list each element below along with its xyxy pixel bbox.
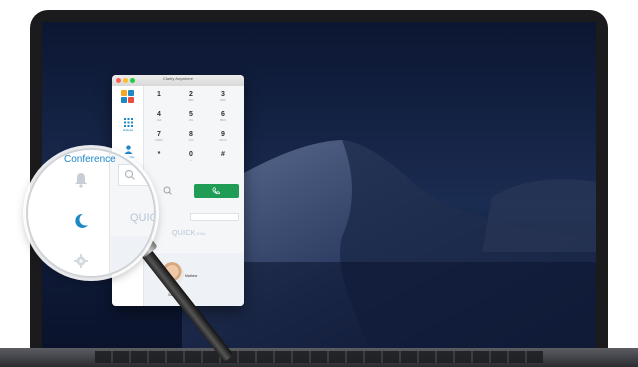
dial-digit: 0 <box>189 151 193 158</box>
quick-dial-heading: QUICKDIAL <box>172 230 207 237</box>
phone-icon <box>212 187 220 195</box>
contact-name[interactable]: Mathew <box>185 274 197 278</box>
gear-icon[interactable] <box>74 254 88 268</box>
magnified-contacts <box>111 236 154 276</box>
dial-digit: 3 <box>221 91 225 98</box>
stage: Clarity Anywhere Dialpad Contacts 1 2 AB… <box>0 0 638 367</box>
dial-key-2[interactable]: 2 ABC <box>178 90 204 107</box>
dial-letters: WXYZ <box>219 139 227 142</box>
dial-key-5[interactable]: 5 JKL <box>178 110 204 127</box>
dial-digit: 1 <box>157 91 161 98</box>
call-button[interactable] <box>194 184 239 198</box>
quick-dial-rest: DIAL <box>196 231 207 236</box>
dial-letters: ABC <box>188 99 194 102</box>
dial-letters: PQRS <box>155 139 163 142</box>
dial-key-6[interactable]: 6 MNO <box>210 110 236 127</box>
dialpad-icon <box>123 118 133 127</box>
dial-key-7[interactable]: 7 PQRS <box>146 130 172 147</box>
dial-digit: 7 <box>157 131 161 138</box>
dial-key-8[interactable]: 8 TUV <box>178 130 204 147</box>
app-logo-icon <box>121 90 134 103</box>
sidebar-item-dialpad[interactable]: Dialpad <box>112 118 144 132</box>
title-bar: Clarity Anywhere <box>112 75 244 86</box>
quick-dial-prefix: QUICK <box>172 230 196 237</box>
dial-digit: 6 <box>221 111 225 118</box>
magnified-search-icon <box>124 169 135 180</box>
dial-key-hash[interactable]: # <box>210 150 236 167</box>
dial-key-1[interactable]: 1 <box>146 90 172 107</box>
dial-digit: * <box>157 151 161 158</box>
dial-digit: 2 <box>189 91 193 98</box>
sidebar-item-label: Dialpad <box>122 128 134 132</box>
dial-key-4[interactable]: 4 GHI <box>146 110 172 127</box>
search-icon[interactable] <box>160 185 176 197</box>
number-input[interactable] <box>190 213 239 221</box>
dial-digit: 9 <box>221 131 225 138</box>
sidebar-item-conference[interactable]: Conference <box>64 154 116 165</box>
magnified-quick-dial: QUICK <box>130 212 154 224</box>
dial-digit: # <box>221 151 225 158</box>
bell-icon[interactable] <box>74 172 88 188</box>
dial-letters: JKL <box>188 119 194 122</box>
dial-letters: GHI <box>156 119 162 122</box>
dial-key-0[interactable]: 0 + <box>178 150 204 167</box>
dial-letters: TUV <box>188 139 194 142</box>
dial-letters: + <box>190 159 192 162</box>
dial-key-9[interactable]: 9 WXYZ <box>210 130 236 147</box>
moon-icon[interactable] <box>72 212 90 230</box>
contacts-icon <box>124 145 132 154</box>
dial-letters: MNO <box>219 119 227 122</box>
magnifier-lens: Conference QUICK <box>26 148 156 278</box>
laptop-keyboard <box>95 351 543 363</box>
dial-key-3[interactable]: 3 DEF <box>210 90 236 107</box>
dial-digit: 4 <box>157 111 161 118</box>
dial-digit: 5 <box>189 111 193 118</box>
dial-digit: 8 <box>189 131 193 138</box>
magnified-sidebar <box>28 150 110 276</box>
dial-letters: DEF <box>220 99 226 102</box>
window-title: Clarity Anywhere <box>162 76 193 81</box>
